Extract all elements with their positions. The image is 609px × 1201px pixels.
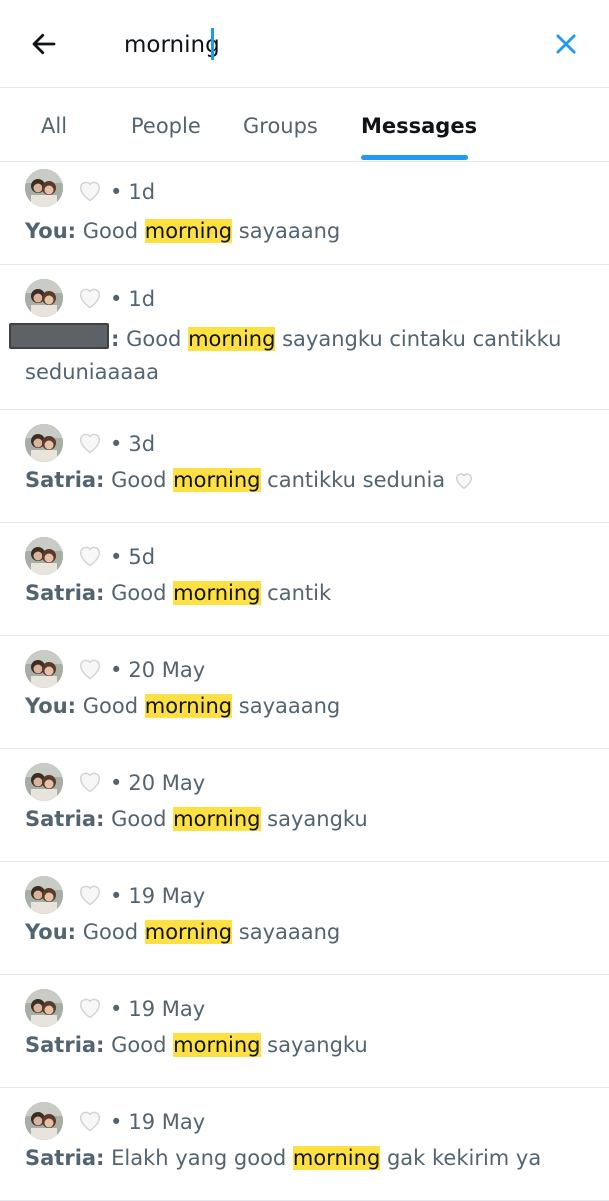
message-result[interactable]: • 5d Satria: Good morning cantik [0,523,609,636]
timestamp: 1d [128,180,156,204]
search-input[interactable] [124,26,504,64]
timestamp: 19 May [128,884,206,908]
avatar [25,424,63,462]
redacted-sender-name [9,323,109,349]
white-heart-reaction-icon [79,772,101,793]
close-icon [556,34,576,54]
message-snippet: Satria: Good morning cantik [25,581,332,605]
white-heart-reaction-icon [79,1111,101,1132]
message-result[interactable]: • 3d Satria: Good morning cantikku seduni… [0,410,609,523]
message-result[interactable]: • 20 May You: Good morning sayaaang [0,636,609,749]
search-header [0,0,609,88]
search-match: morning [173,581,261,605]
search-match: morning [188,327,276,351]
message-result[interactable]: • 20 May Satria: Good morning sayangku [0,749,609,862]
avatar [25,876,63,914]
timestamp: 20 May [128,771,206,795]
white-heart-reaction-icon [79,546,101,567]
timestamp: 5d [128,545,156,569]
message-snippet: : Good morning sayangku cintaku cantikku… [9,323,590,389]
avatar [25,1102,63,1140]
avatar [25,537,63,575]
avatar [25,763,63,801]
text-cursor [211,28,214,60]
message-result[interactable]: • 19 May Satria: Good morning sayangku [0,975,609,1088]
message-meta: • 3d [110,432,156,456]
avatar [25,169,63,207]
avatar [25,650,63,688]
sender-label: Satria: [25,807,105,831]
search-match: morning [144,694,233,718]
search-match: morning [173,1033,261,1057]
white-heart-reaction-icon [79,288,101,309]
message-meta: • 19 May [110,884,206,908]
avatar [25,989,63,1027]
message-meta: • 19 May [110,1110,206,1134]
timestamp: 1d [128,287,156,311]
arrow-left-icon [32,33,56,55]
sender-label: Satria: [25,468,105,492]
white-heart-emoji-icon [455,473,472,489]
sender-label: Satria: [25,1033,105,1057]
message-snippet: Satria: Good morning sayangku [25,1033,368,1057]
sender-label: Satria: [25,581,105,605]
message-result[interactable]: • 1d You: Good morning sayaaang [0,162,609,265]
message-result[interactable]: • 1d : Good morning sayangku cintaku cant… [0,265,609,410]
tab-groups[interactable]: Groups [243,88,318,161]
timestamp: 19 May [128,997,206,1021]
message-meta: • 1d [110,180,156,204]
back-button[interactable] [26,26,62,62]
timestamp: 19 May [128,1110,206,1134]
message-snippet: You: Good morning sayaaang [25,219,341,243]
white-heart-reaction-icon [79,659,101,680]
message-snippet: You: Good morning sayaaang [25,920,341,944]
tab-all[interactable]: All [41,88,67,161]
active-tab-indicator [361,155,468,160]
search-match: morning [173,807,261,831]
search-match: morning [144,219,233,243]
message-meta: • 5d [110,545,156,569]
message-result[interactable]: • 19 May You: Good morning sayaaang [0,862,609,975]
tab-messages[interactable]: Messages [361,88,477,161]
sender-label: You: [25,694,77,718]
timestamp: 20 May [128,658,206,682]
message-meta: • 1d [110,287,156,311]
white-heart-reaction-icon [79,885,101,906]
search-match: morning [144,920,233,944]
white-heart-reaction-icon [79,181,101,202]
message-result[interactable]: • 19 May Satria: Elakh yang good morning … [0,1088,609,1201]
white-heart-reaction-icon [79,433,101,454]
search-match: morning [173,468,261,492]
message-meta: • 20 May [110,771,206,795]
white-heart-reaction-icon [79,998,101,1019]
message-meta: • 20 May [110,658,206,682]
sender-label: You: [25,920,77,944]
message-snippet: Satria: Good morning cantikku sedunia [25,464,590,497]
timestamp: 3d [128,432,156,456]
sender-label: Satria: [25,1146,105,1170]
clear-search-button[interactable] [548,26,584,62]
message-results-list: • 1d You: Good morning sayaaang • 1d : Goo… [0,162,609,1201]
message-meta: • 19 May [110,997,206,1021]
search-match: morning [292,1146,381,1170]
sender-label: You: [25,219,77,243]
search-tabs: All People Groups Messages [0,88,609,162]
avatar [25,279,63,317]
message-snippet: You: Good morning sayaaang [25,694,341,718]
message-snippet: Satria: Elakh yang good morning gak keki… [25,1146,542,1170]
tab-people[interactable]: People [131,88,201,161]
message-snippet: Satria: Good morning sayangku [25,807,368,831]
